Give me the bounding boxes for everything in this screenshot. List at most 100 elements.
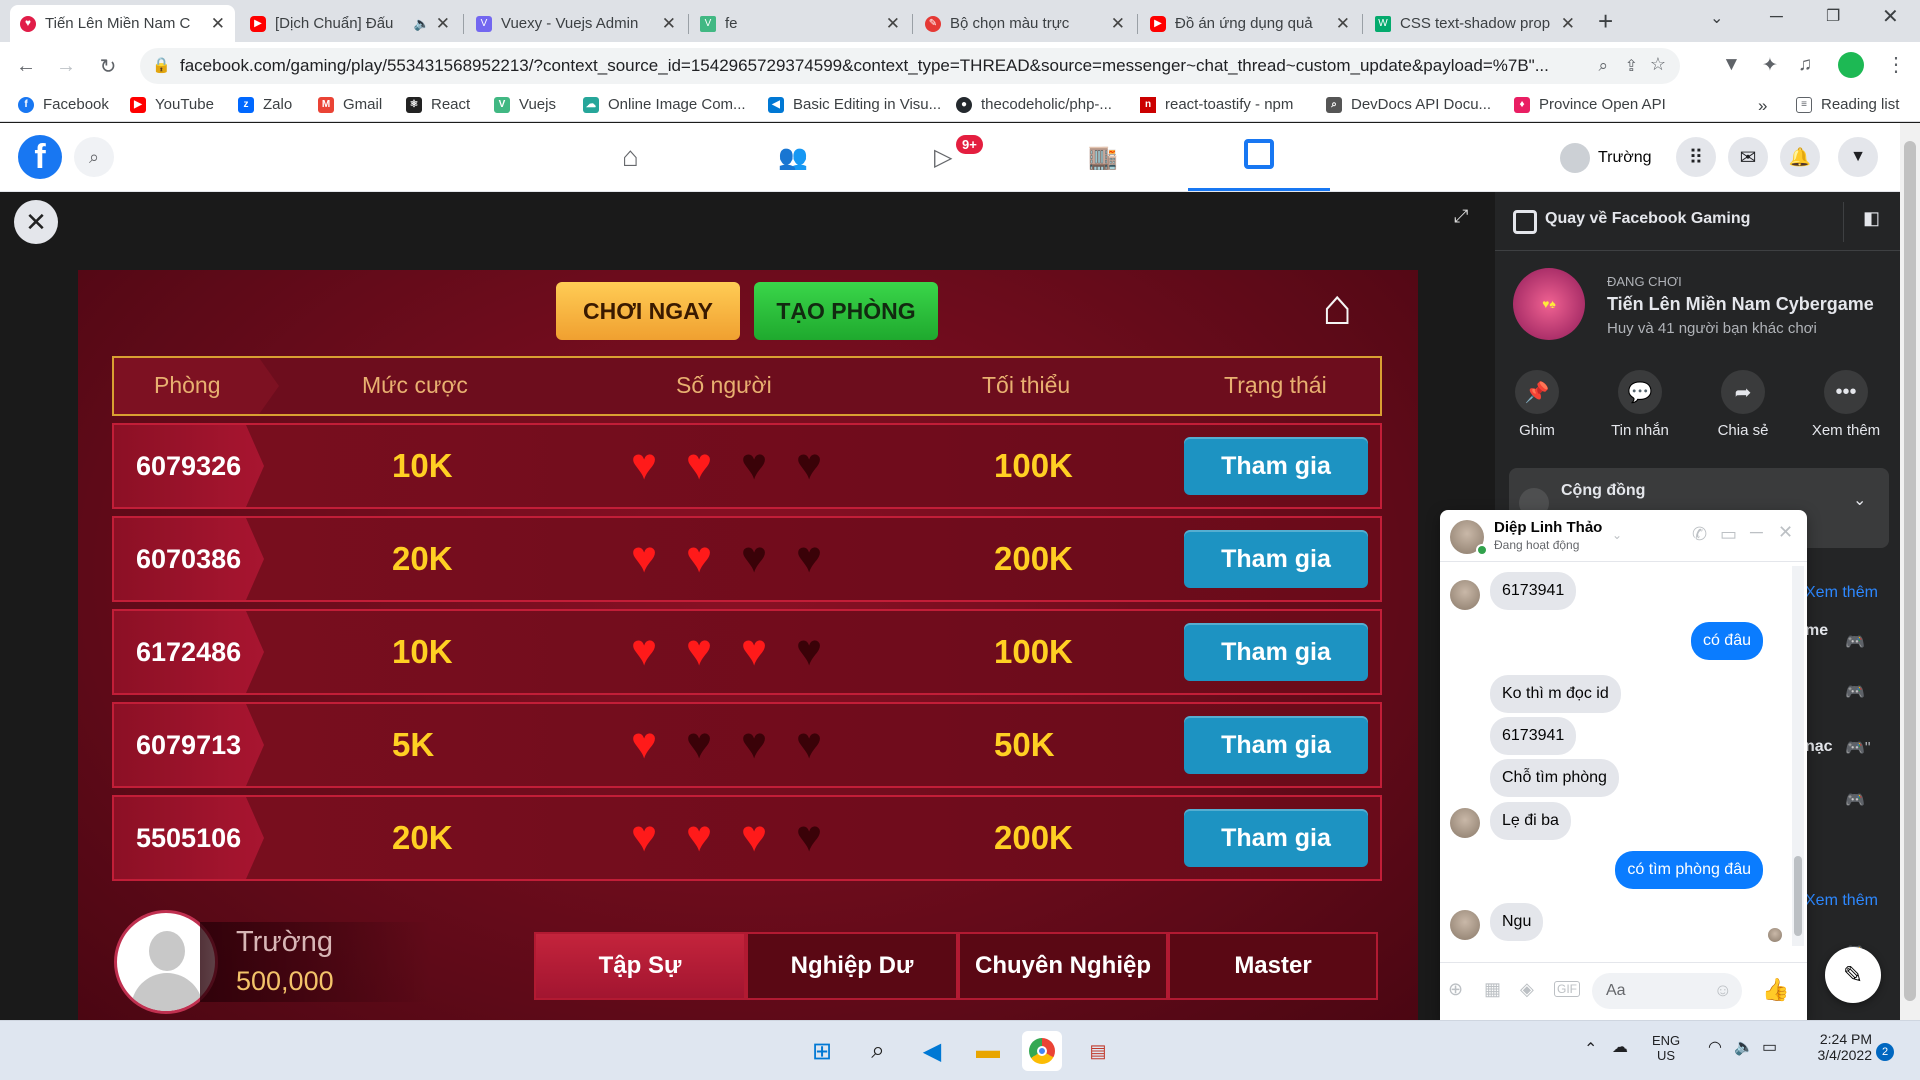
collapse-panel-icon[interactable]: ◧ (1863, 208, 1880, 229)
level-tab-nghiep-du[interactable]: Nghiệp Dư (746, 932, 958, 1000)
like-icon[interactable]: 👍 (1762, 977, 1789, 1003)
new-message-button[interactable]: ✎ (1825, 947, 1881, 1003)
media-icon[interactable]: ♫ (1798, 54, 1812, 76)
close-window-button[interactable]: ✕ (1882, 4, 1899, 29)
bookmark-vscode[interactable]: ◀ Basic Editing in Visu... (768, 96, 941, 113)
menu-grid-icon[interactable]: ⠿ (1676, 137, 1716, 177)
join-button[interactable]: Tham gia (1184, 623, 1368, 681)
bookmark-devdocs[interactable]: ⌕ DevDocs API Docu... (1326, 96, 1491, 113)
minimize-icon[interactable]: ─ (1750, 522, 1763, 543)
share-action[interactable]: ➦ Chia sẻ (1703, 370, 1783, 439)
level-tab-master[interactable]: Master (1168, 932, 1378, 1000)
tab[interactable]: V fe ✕ (690, 5, 910, 42)
close-game-button[interactable]: ✕ (14, 200, 58, 244)
facebook-logo[interactable]: f (18, 135, 62, 179)
close-icon[interactable]: ✕ (211, 14, 225, 34)
bookmark-vuejs[interactable]: V Vuejs (494, 96, 556, 113)
close-icon[interactable]: ✕ (1561, 14, 1575, 34)
cloud-icon[interactable]: ☁ (1612, 1037, 1628, 1057)
close-icon[interactable]: ✕ (1778, 522, 1793, 543)
bookmark-province[interactable]: ♦ Province Open API (1514, 96, 1666, 113)
clock[interactable]: 2:24 PM 3/4/2022 (1804, 1031, 1873, 1063)
profile-avatar[interactable] (1838, 52, 1864, 78)
page-scrollbar[interactable] (1900, 123, 1920, 1020)
close-icon[interactable]: ✕ (662, 14, 676, 34)
windows-start-icon[interactable]: ⊞ (802, 1031, 842, 1071)
chevron-up-icon[interactable]: ⌃ (1584, 1039, 1597, 1059)
image-icon[interactable]: ▦ (1484, 979, 1501, 1000)
tab[interactable]: V Vuexy - Vuejs Admin ✕ (466, 5, 686, 42)
pin-action[interactable]: 📌 Ghim (1497, 370, 1577, 439)
back-to-gaming-link[interactable]: Quay về Facebook Gaming (1545, 210, 1750, 228)
gif-icon[interactable]: GIF (1554, 981, 1580, 997)
new-tab-button[interactable]: + (1598, 6, 1613, 37)
app-icon[interactable]: ▤ (1078, 1031, 1118, 1071)
level-tab-chuyen-nghiep[interactable]: Chuyên Nghiệp (958, 932, 1168, 1000)
join-button[interactable]: Tham gia (1184, 716, 1368, 774)
join-button[interactable]: Tham gia (1184, 530, 1368, 588)
bookmark-github[interactable]: ● thecodeholic/php-... (956, 96, 1112, 113)
join-button[interactable]: Tham gia (1184, 437, 1368, 495)
file-explorer-icon[interactable]: ▬ (968, 1031, 1008, 1071)
minimize-button[interactable]: ─ (1770, 6, 1783, 27)
friends-icon[interactable]: 👥 (778, 143, 808, 172)
bookmark-gmail[interactable]: M Gmail (318, 96, 382, 113)
more-action[interactable]: ••• Xem thêm (1806, 370, 1886, 439)
chat-contact-name[interactable]: Diệp Linh Thảo (1494, 519, 1602, 536)
close-icon[interactable]: ✕ (886, 14, 900, 34)
phone-icon[interactable]: ✆ (1692, 524, 1707, 545)
notification-badge[interactable]: 2 (1876, 1043, 1894, 1061)
sticker-icon[interactable]: ◈ (1520, 979, 1534, 1000)
plus-icon[interactable]: ⊕ (1448, 979, 1463, 1000)
account-menu-icon[interactable]: ▼ (1838, 137, 1878, 177)
bookmark-facebook[interactable]: f Facebook (18, 96, 109, 113)
messenger-icon[interactable]: ✉ (1728, 137, 1768, 177)
bookmark-zalo[interactable]: z Zalo (238, 96, 292, 113)
notifications-icon[interactable]: 🔔 (1780, 137, 1820, 177)
home-icon[interactable]: ⌂ (622, 141, 639, 173)
marketplace-icon[interactable]: 🏬 (1088, 143, 1118, 172)
mute-icon[interactable]: 🔈 (414, 16, 430, 32)
reload-button[interactable]: ↻ (94, 52, 122, 80)
menu-icon[interactable]: ⋮ (1886, 52, 1906, 77)
emoji-icon[interactable]: ☺ (1714, 980, 1732, 1001)
see-more-link[interactable]: Xem thêm (1805, 892, 1878, 910)
forward-button[interactable]: → (52, 52, 80, 80)
bookmark-react[interactable]: ⚛ React (406, 96, 470, 113)
share-icon[interactable]: ⇪ (1625, 56, 1638, 76)
tab[interactable]: ▶ Đồ án ứng dụng quả ✕ (1140, 5, 1360, 42)
profile-button[interactable]: Trường (1560, 143, 1652, 173)
chevron-down-icon[interactable]: ⌄ (1612, 528, 1622, 542)
bookmark-youtube[interactable]: ▶ YouTube (130, 96, 214, 113)
watch-icon[interactable]: ▷ (934, 143, 952, 172)
restore-button[interactable]: ❐ (1826, 6, 1840, 26)
wifi-icon[interactable]: ◠ (1708, 1037, 1722, 1057)
language-indicator[interactable]: ENG US (1652, 1033, 1680, 1063)
chevron-down-icon[interactable]: ⌄ (1853, 490, 1866, 510)
chat-scrollbar[interactable] (1792, 566, 1804, 946)
address-bar[interactable]: 🔒 facebook.com/gaming/play/5534315689522… (140, 48, 1680, 84)
tab[interactable]: ✎ Bộ chọn màu trực ✕ (915, 5, 1135, 42)
search-icon[interactable]: ⌕ (858, 1031, 898, 1071)
extensions-icon[interactable]: ✦ (1762, 54, 1778, 77)
play-now-button[interactable]: CHƠI NGAY (556, 282, 740, 340)
bookmarks-overflow[interactable]: » (1758, 96, 1767, 116)
gaming-icon[interactable] (1244, 139, 1274, 169)
close-icon[interactable]: ✕ (1336, 14, 1350, 34)
close-icon[interactable]: ✕ (1111, 14, 1125, 34)
tab[interactable]: W CSS text-shadow prop ✕ (1365, 5, 1585, 42)
vue-devtools-icon[interactable]: ▼ (1722, 54, 1741, 76)
join-button[interactable]: Tham gia (1184, 809, 1368, 867)
see-more-link[interactable]: Xem thêm (1805, 584, 1878, 602)
zoom-icon[interactable]: ⌕ (1598, 56, 1608, 76)
level-tab-tap-su[interactable]: Tập Sự (534, 932, 746, 1000)
chrome-icon[interactable] (1022, 1031, 1062, 1071)
bookmark-star-icon[interactable]: ☆ (1650, 54, 1666, 75)
tab-search-icon[interactable]: ⌄ (1710, 8, 1723, 28)
home-icon[interactable]: ⌂ (1322, 282, 1352, 332)
battery-icon[interactable]: ▭ (1762, 1037, 1777, 1057)
tab-active[interactable]: ♥ Tiến Lên Miền Nam C ✕ (10, 5, 235, 42)
bookmark-online-image[interactable]: ☁ Online Image Com... (583, 96, 746, 113)
back-button[interactable]: ← (12, 52, 40, 80)
message-input[interactable]: Aa ☺ (1592, 973, 1742, 1009)
